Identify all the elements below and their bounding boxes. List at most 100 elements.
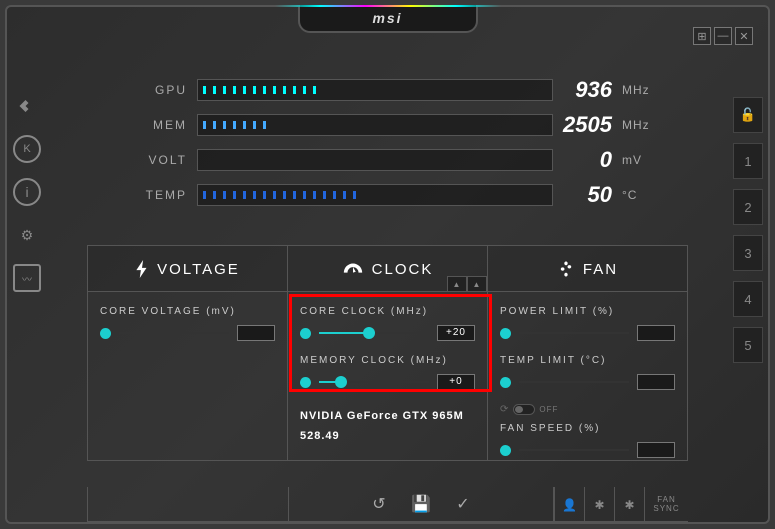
footer-right: 👤 ✱ ✱ FAN SYNC (554, 487, 688, 522)
voltage-section: CORE VOLTAGE (mV) (88, 292, 288, 460)
footer-left-spacer (87, 487, 289, 522)
mem-unit: MHz (618, 118, 668, 132)
lock-button[interactable]: 🔓 (733, 97, 763, 133)
tri-up-button[interactable]: ▲ (447, 276, 467, 292)
reset-button[interactable]: ↺ (367, 492, 391, 516)
temp-limit-slider-row (500, 374, 675, 390)
fan-sync-button[interactable]: FAN SYNC (644, 487, 688, 522)
profile-4-button[interactable]: 4 (733, 281, 763, 317)
temp-bar (197, 184, 553, 206)
power-limit-dot-icon (500, 328, 511, 339)
gpu-value: 936 (553, 77, 618, 103)
volt-bar (197, 149, 553, 171)
fan-speed-slider[interactable] (519, 449, 629, 451)
temp-limit-value[interactable] (637, 374, 675, 390)
tab-voltage-label: VOLTAGE (157, 261, 240, 278)
app-frame: msi ⊞ — ✕ K i ⚙ 〰 🔓 1 2 3 4 5 GPU 936 MH… (5, 5, 770, 524)
memory-clock-label: MEMORY CLOCK (MHz) (300, 355, 475, 366)
core-voltage-label: CORE VOLTAGE (mV) (100, 306, 275, 317)
core-voltage-slider-row (100, 325, 275, 341)
core-clock-dot-icon (300, 328, 311, 339)
link-toggle-row: ⟳ OFF (500, 404, 675, 415)
temp-value: 50 (553, 182, 618, 208)
fan-speed-label: FAN SPEED (%) (500, 423, 675, 434)
save-button[interactable]: 💾 (409, 492, 433, 516)
expand-tris: ▲ ▲ (447, 276, 487, 292)
temp-stat-row: TEMP 50 °C (87, 182, 668, 208)
memory-clock-value[interactable]: +0 (437, 374, 475, 390)
profile-3-button[interactable]: 3 (733, 235, 763, 271)
gpu-stat-row: GPU 936 MHz (87, 77, 668, 103)
mem-value: 2505 (553, 112, 618, 138)
temp-limit-slider[interactable] (519, 381, 629, 383)
power-limit-label: POWER LIMIT (%) (500, 306, 675, 317)
fan-auto-button[interactable]: ✱ (614, 487, 644, 522)
kombustor-icon[interactable]: K (13, 135, 41, 163)
profile-1-button[interactable]: 1 (733, 143, 763, 179)
monitor-icon[interactable]: 〰 (13, 264, 41, 292)
tabs-row: VOLTAGE CLOCK FAN (87, 245, 688, 292)
fan-speed-dot-icon (500, 445, 511, 456)
controls-panel: CORE VOLTAGE (mV) CORE CLOCK (MHz) +20 M… (87, 291, 688, 461)
core-clock-slider-row: +20 (300, 325, 475, 341)
temp-label: TEMP (87, 188, 197, 202)
gpu-unit: MHz (618, 83, 668, 97)
mem-label: MEM (87, 118, 197, 132)
left-sidebar: K i ⚙ 〰 (7, 92, 47, 292)
tab-clock-label: CLOCK (372, 261, 434, 278)
core-voltage-dot-icon (100, 328, 111, 339)
settings-icon[interactable]: ⚙ (13, 221, 41, 249)
volt-stat-row: VOLT 0 mV (87, 147, 668, 173)
profile-5-button[interactable]: 5 (733, 327, 763, 363)
clock-section: CORE CLOCK (MHz) +20 MEMORY CLOCK (MHz) … (288, 292, 488, 460)
link-icon: ⟳ (500, 404, 509, 415)
volt-label: VOLT (87, 153, 197, 167)
brand-logo: msi (298, 5, 478, 33)
tri-alt-button[interactable]: ▲ (467, 276, 487, 292)
temp-limit-dot-icon (500, 377, 511, 388)
core-clock-value[interactable]: +20 (437, 325, 475, 341)
power-limit-value[interactable] (637, 325, 675, 341)
gpu-label: GPU (87, 83, 197, 97)
info-icon[interactable]: i (13, 178, 41, 206)
stats-panel: GPU 936 MHz MEM 2505 MHz VOLT 0 mV TEMP … (87, 77, 668, 217)
mem-bar (197, 114, 553, 136)
volt-value: 0 (553, 147, 618, 173)
tab-fan[interactable]: FAN (488, 246, 687, 292)
minimize-button[interactable]: — (714, 27, 732, 45)
volt-unit: mV (618, 153, 668, 167)
core-clock-label: CORE CLOCK (MHz) (300, 306, 475, 317)
link-toggle[interactable] (513, 404, 535, 415)
window-controls: ⊞ — ✕ (693, 27, 753, 45)
footer-bar: ↺ 💾 ✓ 👤 ✱ ✱ FAN SYNC (87, 487, 688, 522)
profile-2-button[interactable]: 2 (733, 189, 763, 225)
core-voltage-value[interactable] (237, 325, 275, 341)
fan-speed-slider-row (500, 442, 675, 458)
memory-clock-dot-icon (300, 377, 311, 388)
tab-fan-label: FAN (583, 261, 618, 278)
tab-voltage[interactable]: VOLTAGE (88, 246, 288, 292)
win-os-button[interactable]: ⊞ (693, 27, 711, 45)
close-button[interactable]: ✕ (735, 27, 753, 45)
power-limit-slider-row (500, 325, 675, 341)
temp-unit: °C (618, 188, 668, 202)
right-sidebar: 🔓 1 2 3 4 5 (728, 97, 768, 363)
gpu-name: NVIDIA GeForce GTX 965M (300, 410, 464, 422)
driver-version: 528.49 (300, 430, 340, 442)
fan-section: POWER LIMIT (%) TEMP LIMIT (°C) ⟳ OFF FA… (488, 292, 687, 460)
apply-button[interactable]: ✓ (451, 492, 475, 516)
link-toggle-label: OFF (539, 405, 558, 414)
memory-clock-slider-row: +0 (300, 374, 475, 390)
footer-actions: ↺ 💾 ✓ (289, 487, 554, 522)
power-limit-slider[interactable] (519, 332, 629, 334)
core-clock-slider[interactable] (319, 332, 429, 334)
fan-speed-value[interactable] (637, 442, 675, 458)
fan-curve-button[interactable]: ✱ (584, 487, 614, 522)
core-voltage-slider[interactable] (119, 332, 229, 334)
user-fan-button[interactable]: 👤 (554, 487, 584, 522)
mem-stat-row: MEM 2505 MHz (87, 112, 668, 138)
memory-clock-slider[interactable] (319, 381, 429, 383)
gpu-bar (197, 79, 553, 101)
gaming-mode-icon[interactable] (13, 92, 41, 120)
temp-limit-label: TEMP LIMIT (°C) (500, 355, 675, 366)
